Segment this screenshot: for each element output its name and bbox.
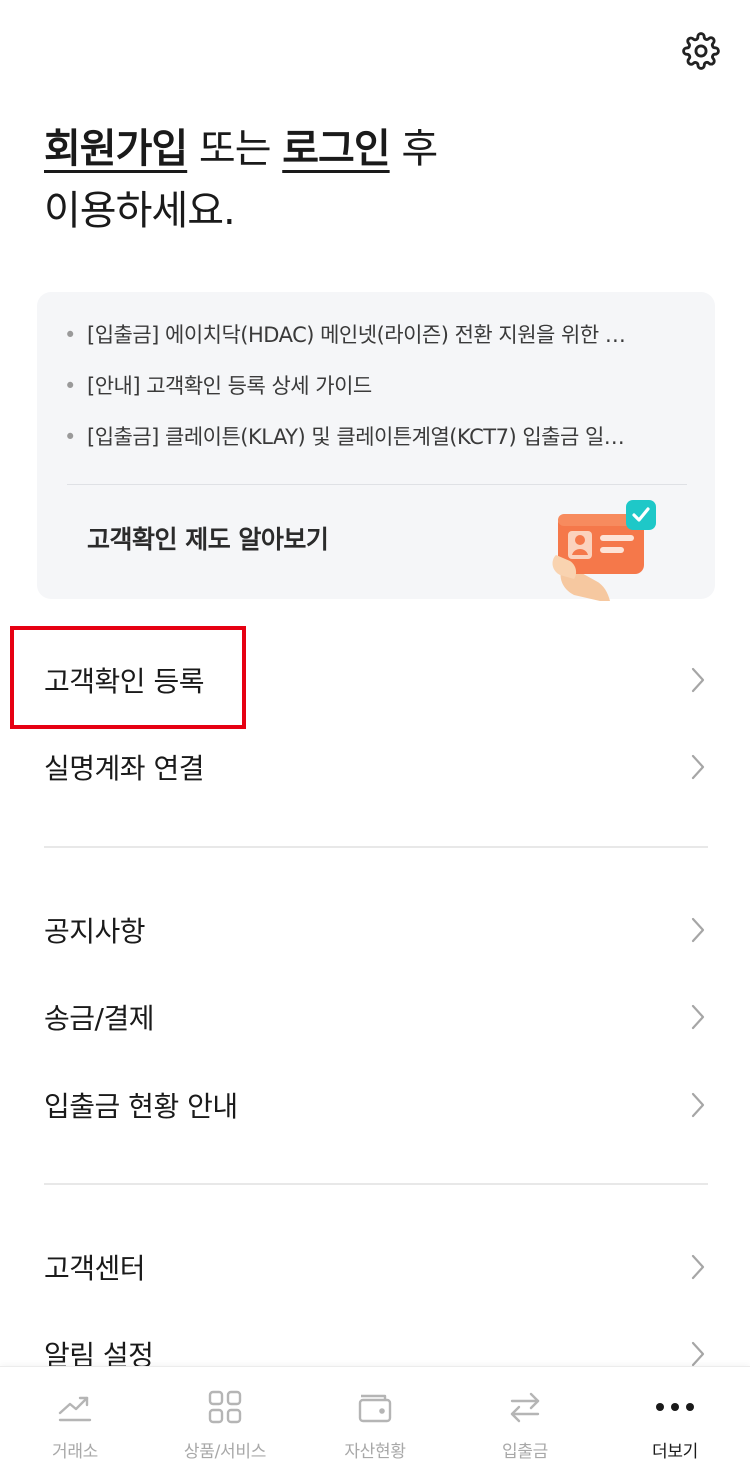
nav-label: 더보기 [651, 1442, 699, 1462]
transfer-arrows-icon [505, 1387, 545, 1427]
menu-item-kyc-register[interactable]: 고객확인 등록 [44, 650, 708, 710]
nav-label: 자산현황 [344, 1442, 406, 1462]
headline-or-text: 또는 [187, 126, 283, 172]
bottom-nav: 거래소 상품/서비스 자산현황 입출금 더보기 [0, 1366, 750, 1468]
chevron-right-icon [690, 753, 708, 781]
menu-item-label: 고객센터 [44, 1252, 146, 1285]
section-divider [44, 1183, 708, 1185]
menu-item-label: 공지사항 [44, 915, 146, 948]
chevron-right-icon [690, 916, 708, 944]
kyc-guide-link[interactable]: 고객확인 제도 알아보기 [87, 520, 329, 556]
section-divider [44, 846, 708, 848]
card-divider [67, 484, 687, 485]
menu-item-label: 송금/결제 [44, 1002, 154, 1035]
id-card-check-icon [548, 497, 663, 601]
signup-link[interactable]: 회원가입 [44, 126, 188, 172]
chart-line-icon [55, 1387, 95, 1427]
menu-item-deposit-status[interactable]: 입출금 현황 안내 [44, 1075, 708, 1135]
menu-item-customer-center[interactable]: 고객센터 [44, 1237, 708, 1297]
notice-item-text: [안내] 고객확인 등록 상세 가이드 [87, 374, 372, 398]
wallet-icon [355, 1387, 395, 1427]
notice-item[interactable]: • [입출금] 에이치닥(HDAC) 메인넷(라이즌) 전환 지원을 위한 … [37, 310, 715, 361]
headline-after-text: 후 [389, 126, 438, 172]
chevron-right-icon [690, 666, 708, 694]
nav-tab-exchange[interactable]: 거래소 [0, 1367, 150, 1468]
nav-label: 상품/서비스 [183, 1442, 267, 1462]
chevron-right-icon [690, 1340, 708, 1368]
notice-item[interactable]: • [안내] 고객확인 등록 상세 가이드 [37, 361, 715, 412]
chevron-right-icon [690, 1091, 708, 1119]
bullet: • [64, 323, 76, 347]
menu-item-bank-account[interactable]: 실명계좌 연결 [44, 737, 708, 797]
headline-line-1: 회원가입 또는 로그인 후 [44, 118, 704, 180]
menu-item-remittance[interactable]: 송금/결제 [44, 987, 708, 1047]
nav-label: 입출금 [501, 1442, 549, 1462]
menu-item-label: 입출금 현황 안내 [44, 1090, 238, 1123]
menu-item-notices[interactable]: 공지사항 [44, 900, 708, 960]
page-headline: 회원가입 또는 로그인 후 이용하세요. [44, 118, 704, 242]
bullet: • [64, 425, 76, 449]
menu-item-label: 실명계좌 연결 [44, 752, 204, 785]
nav-tab-assets[interactable]: 자산현황 [300, 1367, 450, 1468]
notice-list: • [입출금] 에이치닥(HDAC) 메인넷(라이즌) 전환 지원을 위한 … •… [37, 310, 715, 463]
gear-icon [682, 32, 720, 70]
headline-line-2: 이용하세요. [44, 188, 236, 234]
notice-item[interactable]: • [입출금] 클레이튼(KLAY) 및 클레이튼계열(KCT7) 입출금 일… [37, 412, 715, 463]
notice-item-text: [입출금] 클레이튼(KLAY) 및 클레이튼계열(KCT7) 입출금 일… [87, 425, 625, 449]
nav-tab-products[interactable]: 상품/서비스 [150, 1367, 300, 1468]
nav-tab-deposit[interactable]: 입출금 [450, 1367, 600, 1468]
nav-tab-more[interactable]: 더보기 [600, 1367, 750, 1468]
more-dots-icon [655, 1387, 695, 1427]
chevron-right-icon [690, 1253, 708, 1281]
bullet: • [64, 374, 76, 398]
settings-button[interactable] [680, 30, 722, 72]
grid-icon [205, 1387, 245, 1427]
nav-label: 거래소 [51, 1442, 99, 1462]
login-link[interactable]: 로그인 [282, 126, 390, 172]
chevron-right-icon [690, 1003, 708, 1031]
menu-item-label: 고객확인 등록 [44, 665, 204, 698]
notice-item-text: [입출금] 에이치닥(HDAC) 메인넷(라이즌) 전환 지원을 위한 … [87, 323, 626, 347]
